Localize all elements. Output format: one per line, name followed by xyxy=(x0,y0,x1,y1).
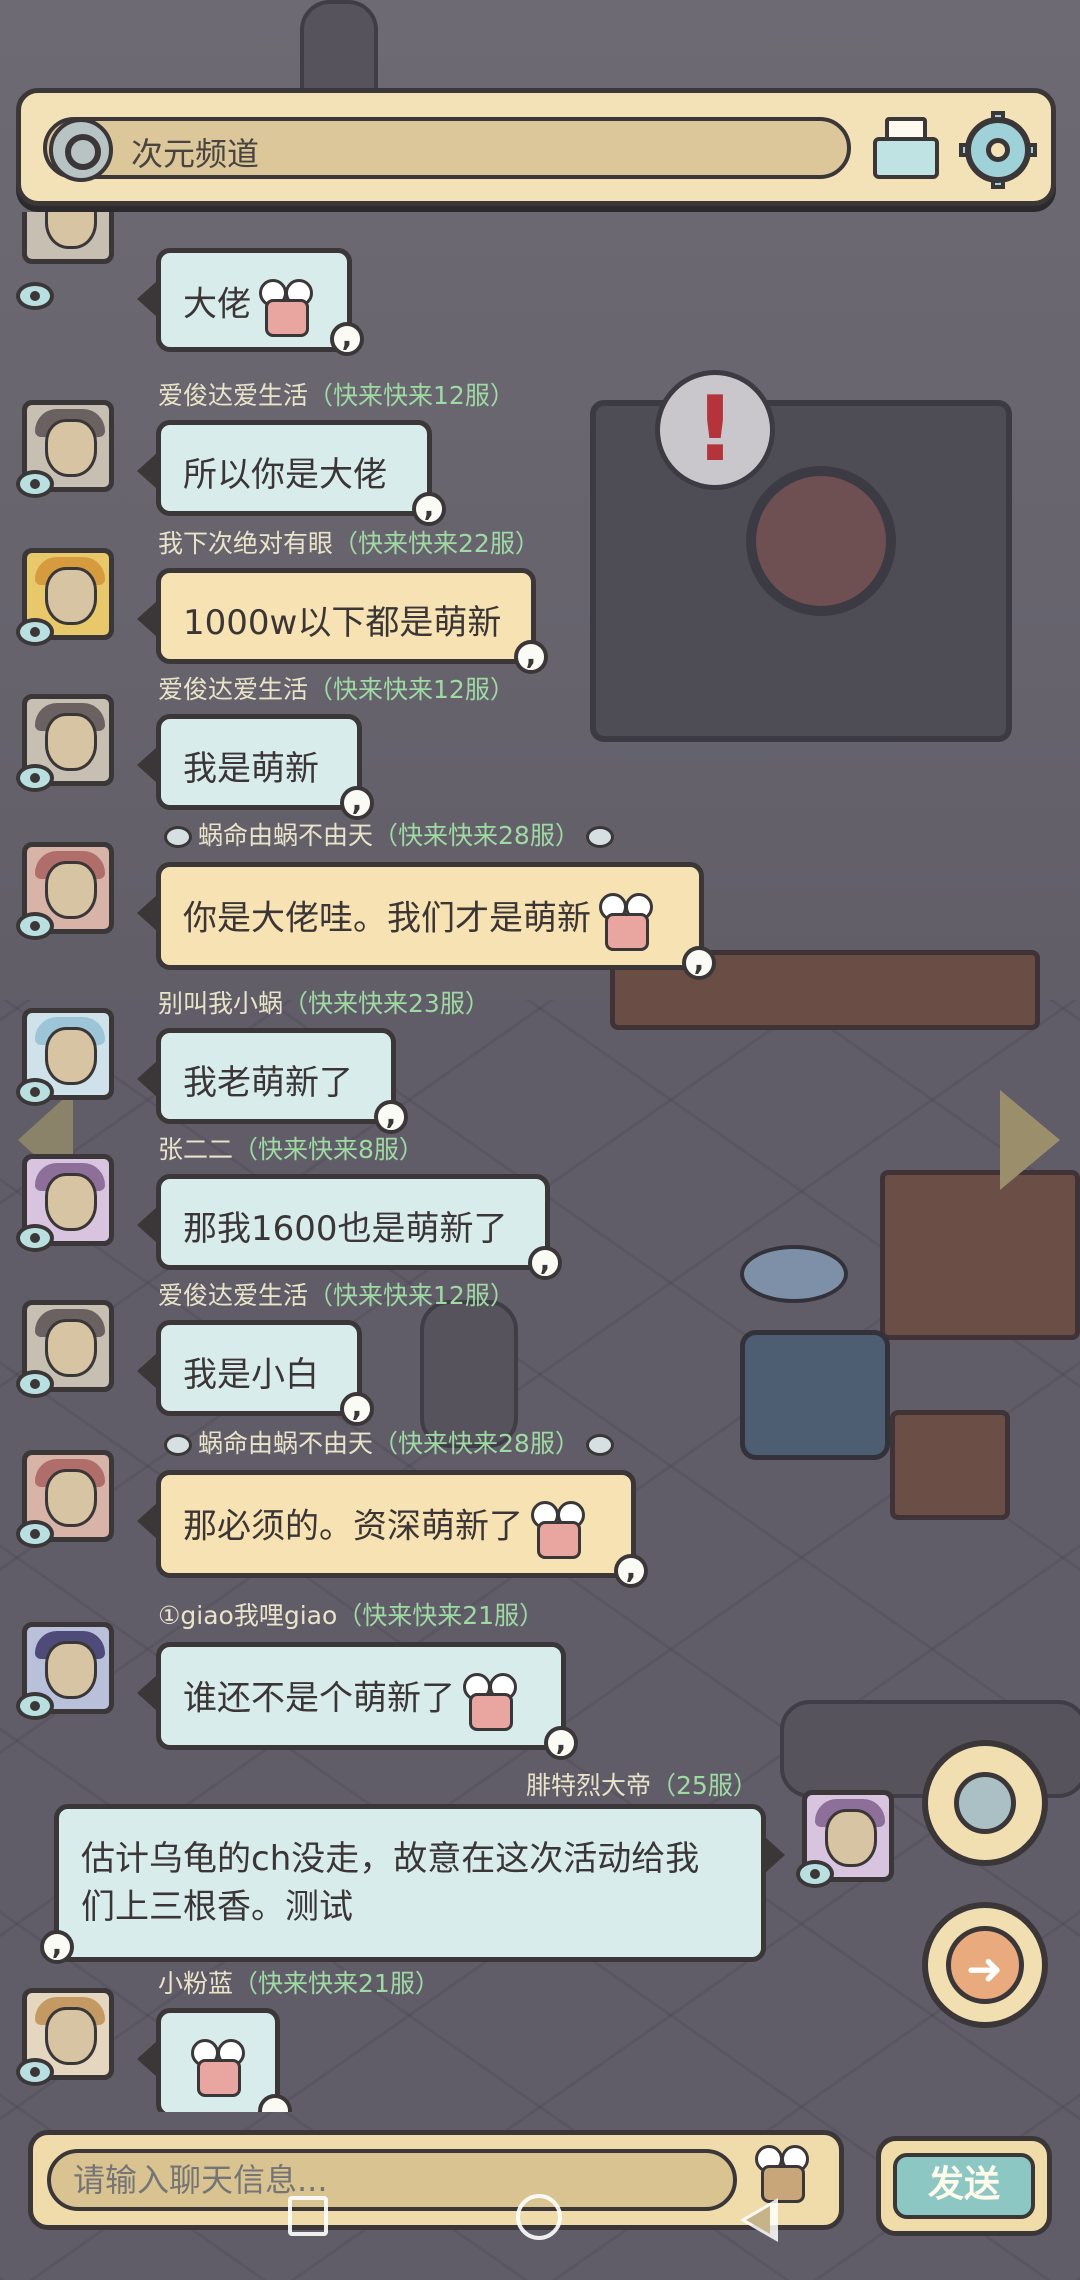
snail-emoji-icon[interactable] xyxy=(747,2145,827,2219)
message-bubble[interactable]: 我是小白 xyxy=(137,1320,362,1416)
sender-name: 别叫我小蜗（快来快来23服） xyxy=(158,989,490,1018)
message-text: 那必须的。资深萌新了 xyxy=(183,1506,523,1547)
eye-icon[interactable] xyxy=(16,1078,54,1106)
message-bubble[interactable]: 大佬 xyxy=(137,248,352,352)
message-text: 我老萌新了 xyxy=(183,1063,353,1103)
message-text: 你是大佬哇。我们才是萌新 xyxy=(183,898,591,939)
message-bubble[interactable]: 所以你是大佬 xyxy=(137,420,432,516)
eye-icon[interactable] xyxy=(16,2058,54,2086)
message-bubble[interactable]: 我是萌新 xyxy=(137,714,362,810)
quote-icon[interactable]: , xyxy=(544,1726,578,1760)
message-bubble[interactable]: 估计乌龟的ch没走，故意在这次活动给我 们上三根香。测试 xyxy=(54,1804,785,1962)
sender-name: 腓特烈大帝（25服） xyxy=(526,1771,758,1800)
eye-icon[interactable] xyxy=(16,912,54,940)
message-bubble[interactable]: 那必须的。资深萌新了 xyxy=(137,1470,636,1578)
sender-name: 我下次绝对有眼（快来快来22服） xyxy=(158,529,540,558)
snail-sticker-icon xyxy=(187,2039,245,2097)
message-text: 大佬 xyxy=(183,284,251,325)
message-text: 我是小白 xyxy=(183,1355,319,1395)
eye-icon[interactable] xyxy=(16,1370,54,1398)
eye-icon[interactable] xyxy=(16,1520,54,1548)
message-bubble[interactable] xyxy=(137,2008,280,2112)
message-bubble[interactable]: 那我1600也是萌新了 xyxy=(137,1174,550,1270)
sender-name: 张二二（快来快来8服） xyxy=(158,1135,424,1164)
send-button[interactable]: 发送 xyxy=(876,2136,1052,2236)
sender-name: 小粉蓝（快来快来21服） xyxy=(158,1969,440,1998)
message-bubble[interactable]: 1000w以下都是萌新 xyxy=(137,568,536,664)
chat-message-list[interactable]: 大佬 , 爱俊达爱生活（快来快来12服） 所以你是大佬 , 我下次绝对有眼（快来… xyxy=(0,212,1080,2112)
message-bubble[interactable]: 我老萌新了 xyxy=(137,1028,396,1124)
vip-badge-icon xyxy=(164,826,192,848)
quote-icon[interactable]: , xyxy=(40,1930,74,1964)
snail-sticker-icon xyxy=(595,893,653,951)
quote-icon[interactable]: , xyxy=(340,1392,374,1426)
channel-name: 次元频道 xyxy=(131,135,260,173)
quote-icon[interactable]: , xyxy=(340,786,374,820)
sender-name: 蜗命由蜗不由天（快来快来28服） xyxy=(158,1424,620,1460)
quote-icon[interactable]: , xyxy=(514,640,548,674)
eye-icon[interactable] xyxy=(16,1692,54,1720)
avatar[interactable] xyxy=(22,212,114,264)
message-text: 那我1600也是萌新了 xyxy=(183,1209,508,1249)
vip-badge-icon xyxy=(585,826,614,848)
quote-icon[interactable]: , xyxy=(412,492,446,526)
sender-name: 爱俊达爱生活（快来快来12服） xyxy=(158,381,515,410)
eye-icon[interactable] xyxy=(16,282,54,310)
message-text: 1000w以下都是萌新 xyxy=(183,603,502,643)
snail-sticker-icon xyxy=(255,279,313,337)
message-text-line: 估计乌龟的ch没走，故意在这次活动给我 xyxy=(81,1839,700,1879)
eye-icon[interactable] xyxy=(16,1224,54,1252)
message-bubble[interactable]: 谁还不是个萌新了 xyxy=(137,1642,566,1750)
quote-icon[interactable]: , xyxy=(614,1554,648,1588)
quote-icon[interactable]: , xyxy=(330,322,364,356)
snail-sticker-icon xyxy=(527,1501,585,1559)
sender-name: 蜗命由蜗不由天（快来快来28服） xyxy=(158,816,620,852)
quote-icon[interactable]: , xyxy=(374,1100,408,1134)
snail-sticker-icon xyxy=(459,1673,517,1731)
sender-name: 爱俊达爱生活（快来快来12服） xyxy=(158,1281,515,1310)
sender-name: 爱俊达爱生活（快来快来12服） xyxy=(158,675,515,704)
sender-name: ①giao我哩giao（快来快来21服） xyxy=(158,1601,545,1630)
eye-icon[interactable] xyxy=(16,764,54,792)
message-text: 我是萌新 xyxy=(183,749,319,789)
quote-icon[interactable]: , xyxy=(682,946,716,980)
eye-icon[interactable] xyxy=(796,1860,834,1888)
chat-input-bar xyxy=(28,2130,844,2230)
message-text: 所以你是大佬 xyxy=(183,455,387,495)
mail-icon[interactable] xyxy=(869,113,943,183)
channel-icon xyxy=(49,118,113,182)
gear-icon[interactable] xyxy=(959,111,1037,189)
world-channel-icon[interactable] xyxy=(922,1740,1048,1866)
channel-selector[interactable]: 次元频道 xyxy=(43,117,851,182)
chat-header: 次元频道 xyxy=(16,88,1056,206)
quote-icon[interactable]: , xyxy=(528,1246,562,1280)
eye-icon[interactable] xyxy=(16,470,54,498)
send-button-label: 发送 xyxy=(893,2153,1035,2219)
arrow-right-icon[interactable]: ➜ xyxy=(922,1902,1048,2028)
vip-badge-icon xyxy=(164,1434,192,1456)
chat-input[interactable] xyxy=(47,2149,737,2211)
message-text-line: 们上三根香。测试 xyxy=(81,1887,353,1927)
message-bubble[interactable]: 你是大佬哇。我们才是萌新 xyxy=(137,862,704,970)
message-text: 谁还不是个萌新了 xyxy=(183,1678,455,1719)
vip-badge-icon xyxy=(585,1434,614,1456)
eye-icon[interactable] xyxy=(16,618,54,646)
